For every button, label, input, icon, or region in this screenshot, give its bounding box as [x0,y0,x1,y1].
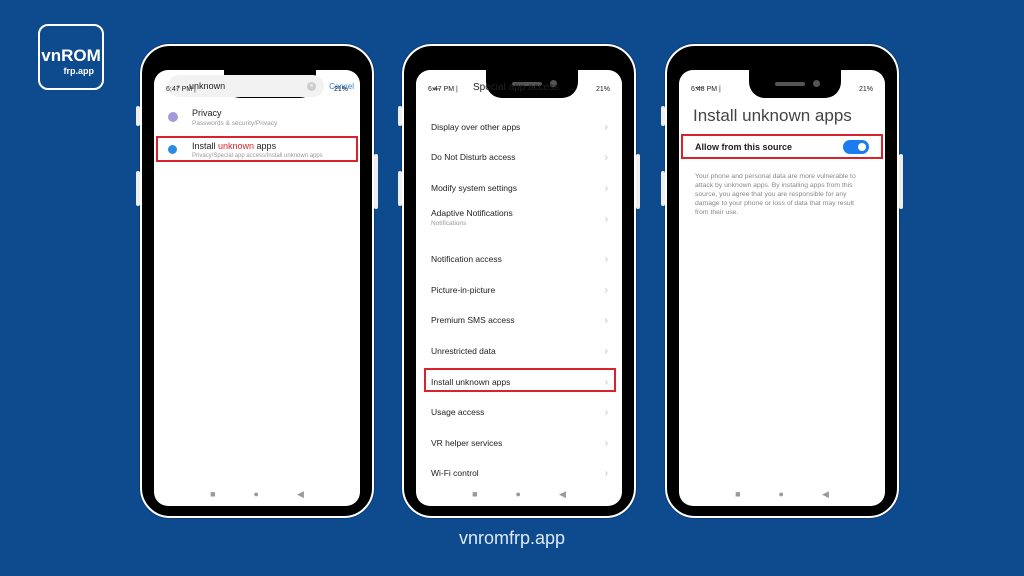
highlight-box [424,368,616,392]
special-access-screen: 6:47 PM | 21% ← Special app access Displ… [416,70,622,506]
item-label: VR helper services [431,438,503,448]
back-icon[interactable]: ◀ [822,489,829,500]
home-icon[interactable]: ● [254,489,259,499]
item-label: Adaptive Notifications [431,208,513,218]
list-item[interactable]: Usage access › [431,407,612,418]
warning-text: Your phone and personal data are more vu… [695,173,856,216]
chevron-right-icon: › [604,468,608,479]
recents-icon[interactable]: ■ [210,489,215,499]
item-subtitle: Notifications [431,220,467,227]
recents-icon[interactable]: ■ [472,489,477,499]
status-time: 6:47 PM | [428,86,458,93]
item-label: Wi-Fi control [431,468,479,478]
item-label: Unrestricted data [431,346,496,356]
back-icon[interactable]: ◀ [297,489,304,500]
list-item[interactable]: Do Not Disturb access › [431,152,612,163]
home-icon[interactable]: ● [779,489,784,499]
phone-install-unknown: 6:48 PM | 21% ← Install unknown apps All… [661,44,903,518]
status-time: 6:48 PM | [691,86,721,93]
phone-search: 6:47 PM | 21% ⌕ unknown × Cancel Privacy… [136,44,378,518]
page-title: Special app access [473,82,560,93]
status-time: 6:47 PM | [166,86,196,93]
item-label: Picture-in-picture [431,285,496,295]
page-title: Install unknown apps [693,106,852,125]
item-label: Do Not Disturb access [431,152,516,162]
chevron-right-icon: › [604,438,608,449]
chevron-right-icon: › [604,152,608,163]
chevron-right-icon: › [604,183,608,194]
chevron-right-icon: › [604,122,608,133]
highlight-box [681,134,883,159]
item-label: Premium SMS access [431,315,515,325]
result-title: Privacy [192,108,222,118]
privacy-icon [168,112,178,122]
list-item[interactable]: Picture-in-picture › [431,285,612,296]
list-item[interactable]: VR helper services › [431,438,612,449]
item-label: Notification access [431,254,502,264]
search-screen: 6:47 PM | 21% ⌕ unknown × Cancel Privacy… [154,70,360,506]
chevron-right-icon: › [604,285,608,296]
list-item[interactable]: Adaptive Notifications Notifications › [431,208,612,227]
item-label: Display over other apps [431,122,521,132]
nav-bar: ■ ● ◀ [154,486,360,502]
status-battery: 21% [595,86,610,93]
result-subtitle: Passwords & security/Privacy [192,120,278,127]
list-item[interactable]: Wi-Fi control › [431,468,612,479]
recents-icon[interactable]: ■ [735,489,740,499]
logo-text: vnROM [41,46,101,65]
list-item[interactable]: Display over other apps › [431,122,612,133]
logo-subtext: frp.app [63,66,95,76]
chevron-right-icon: › [604,254,608,265]
back-icon[interactable]: ◀ [559,489,566,500]
status-battery: 21% [333,86,348,93]
item-label: Modify system settings [431,183,517,193]
install-unknown-screen: 6:48 PM | 21% ← Install unknown apps All… [679,70,885,506]
item-label: Usage access [431,407,485,417]
list-item[interactable]: Notification access › [431,254,612,265]
nav-bar: ■ ● ◀ [679,486,885,502]
chevron-right-icon: › [604,315,608,326]
vnrom-logo: vnROM frp.app [38,24,104,90]
footer-url: vnromfrp.app [458,528,566,548]
list-item[interactable]: Unrestricted data › [431,346,612,357]
chevron-right-icon: › [604,346,608,357]
list-item[interactable]: Premium SMS access › [431,315,612,326]
highlight-box [156,136,358,162]
status-battery: 21% [858,86,873,93]
result-privacy[interactable]: Privacy Passwords & security/Privacy [168,108,277,127]
nav-bar: ■ ● ◀ [416,486,622,502]
phone-special-access: 6:47 PM | 21% ← Special app access Displ… [398,44,640,518]
home-icon[interactable]: ● [516,489,521,499]
list-item[interactable]: Modify system settings › [431,183,612,194]
chevron-right-icon: › [604,214,608,225]
chevron-right-icon: › [604,407,608,418]
clear-icon[interactable]: × [307,81,316,91]
